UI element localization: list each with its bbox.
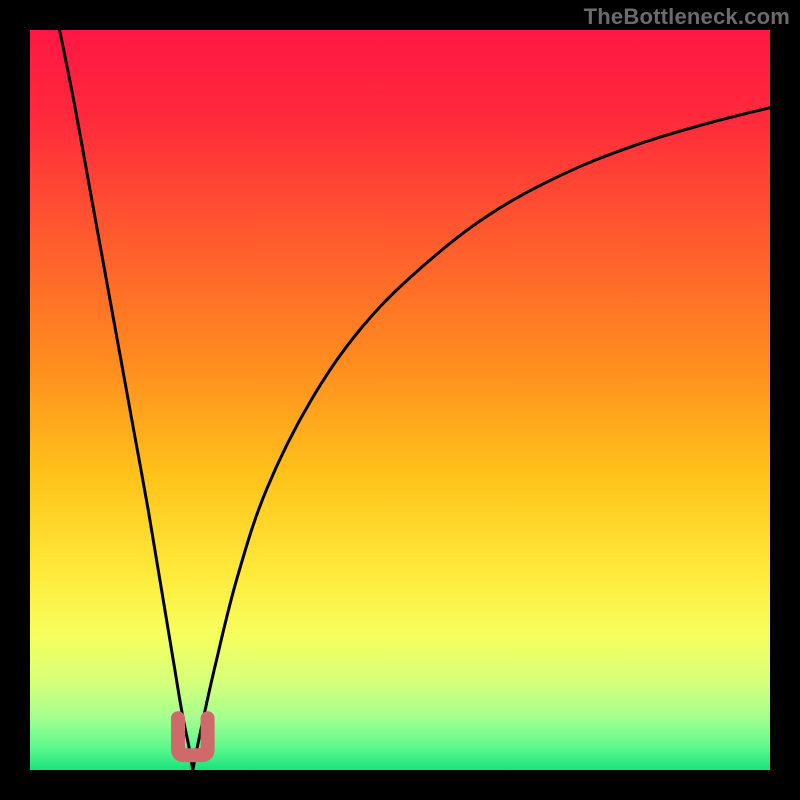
optimal-marker	[178, 718, 208, 755]
watermark-text: TheBottleneck.com	[584, 4, 790, 30]
curve-left-branch	[60, 30, 193, 770]
curve-right-branch	[193, 108, 770, 770]
chart-frame: TheBottleneck.com	[0, 0, 800, 800]
bottleneck-curves	[30, 30, 770, 770]
plot-area	[30, 30, 770, 770]
